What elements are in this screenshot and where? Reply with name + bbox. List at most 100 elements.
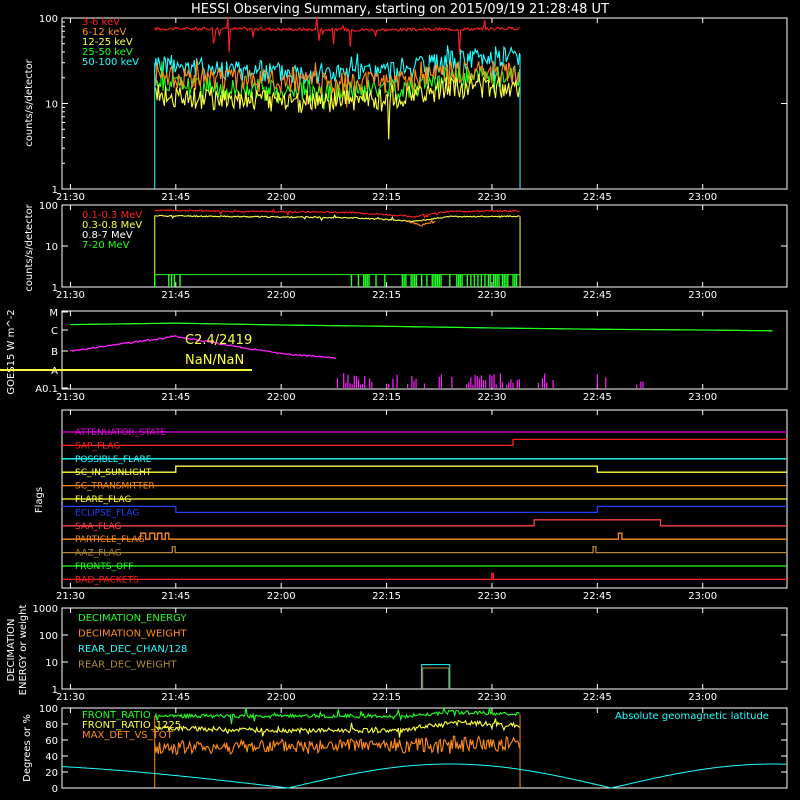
panel-flags-time-label: 22:00: [267, 591, 296, 602]
panel-goes-ytick-label: C: [51, 326, 58, 337]
flag-line: [62, 505, 787, 514]
panel-goes-time-label: 22:45: [583, 392, 612, 403]
series-line: [154, 214, 520, 223]
flag-label: ATTENUATOR_STATE: [75, 428, 167, 438]
panel-flags-ylabel: Flags: [34, 487, 45, 513]
panel-flags-time-label: 23:00: [688, 591, 717, 602]
panel-rate1-time-label: 21:30: [56, 192, 85, 203]
panel-decimation-legend-entry: DECIMATION_ENERGY: [78, 613, 187, 624]
panel-rate1: 11010021:30 21:45 22:00 22:15 22:30 22:45 23:0…: [24, 14, 788, 203]
panel-decimation-time-label: 23:00: [688, 692, 717, 703]
flag-label: POSSIBLE_FLARE: [75, 455, 152, 465]
flag-label: AAZ_FLAG: [75, 549, 122, 559]
panel-decimation-time-label: 22:45: [583, 692, 612, 703]
panel-ratio-ytick-label: 80: [45, 720, 58, 731]
panel-rate2-ylabel: counts/s/detector: [24, 203, 35, 291]
panel-decimation-ytick-label: 100: [39, 631, 58, 642]
series-line: [154, 16, 520, 55]
panel-goes-ytick-label: B: [51, 347, 58, 358]
flag-label: SAP_FLAG: [75, 441, 120, 451]
panel-rate1-ytick-label: 100: [39, 14, 58, 25]
panel-ratio-ytick-label: 40: [45, 752, 58, 763]
panel-rate2-ytick-label: 100: [39, 201, 58, 212]
panel-goes-time-label: 22:00: [267, 392, 296, 403]
panel-flags-time-label: 22:15: [372, 591, 401, 602]
panel-decimation-ytick-label: 1000: [33, 604, 58, 615]
panel-ratio-ytick-label: 60: [45, 736, 58, 747]
flag-line: [62, 519, 787, 527]
flag-line: [62, 532, 787, 540]
panel-flags-time-label: 21:45: [161, 591, 190, 602]
panel-rate2-time-label: 22:30: [478, 290, 507, 301]
series-line-geomag: [61, 763, 787, 789]
series-line: [422, 667, 450, 689]
panel-ratio-ytick-label: 20: [45, 768, 58, 779]
panel-rate1-time-label: 21:45: [161, 192, 190, 203]
flag-label: ECLIPSE_FLAG: [75, 508, 139, 518]
panel-rate1-frame: [61, 17, 788, 190]
hessi-summary-chart: HESSI Observing Summary, starting on 201…: [0, 2, 788, 795]
panel-flags-time-label: 21:30: [56, 591, 85, 602]
panel-rate2-time-label: 21:30: [56, 290, 85, 301]
panel-rate2-time-label: 21:45: [161, 290, 190, 301]
panel-decimation-ytick-label: 10: [45, 658, 58, 669]
panel-goes-ytick-label: A0.1: [35, 384, 58, 395]
panel-rate1-ylabel: counts/s/detector: [24, 58, 35, 146]
panel-decimation-legend-entry: REAR_DEC_WEIGHT: [78, 660, 177, 671]
flag-label: BAD_PACKETS: [75, 575, 139, 585]
panel-ratio-ytick-label: 100: [39, 704, 58, 715]
flag-line: [62, 572, 787, 581]
flag-label: FLARE_FLAG: [75, 495, 131, 505]
flag-line: [62, 545, 787, 554]
panel-decimation-time-label: 22:30: [478, 692, 507, 703]
flag-label: SC_IN_SUNLIGHT: [75, 468, 152, 478]
panel-ratio-right-label: Absolute geomagnetic latitude: [615, 711, 769, 722]
panel-ratio-ytick-label: 0: [52, 784, 58, 795]
panel-decimation-ylabel: DECIMATION: [6, 618, 17, 681]
panel-rate1-ytick-label: 10: [45, 100, 58, 111]
panel-goes-ytick-label: M: [49, 308, 58, 319]
panel-rate1-time-label: 22:45: [583, 192, 612, 203]
panel-rate2: 11010021:30 21:45 22:00 22:15 22:30 22:45 23:0…: [24, 201, 788, 301]
panel-goes-time-label: 23:00: [688, 392, 717, 403]
panel-goes-ytick-label: A: [51, 366, 58, 377]
panel-ratio: 020406080100Degrees or % FRONT_RATIOFRONT…: [22, 704, 788, 795]
panel-flags-time-label: 22:45: [583, 591, 612, 602]
panel-rate2-ytick-label: 10: [45, 242, 58, 253]
flag-label: SAA_FLAG: [75, 522, 121, 532]
goes-annotation: NaN/NaN: [185, 353, 244, 368]
panel-decimation-legend-entry: REAR_DEC_CHAN/128: [78, 644, 187, 655]
chart-title: HESSI Observing Summary, starting on 201…: [191, 2, 609, 17]
panel-goes-time-label: 22:15: [372, 392, 401, 403]
panel-rate1-legend-entry: 50-100 keV: [82, 57, 139, 68]
series-line-long: [70, 322, 773, 332]
panel-decimation-time-label: 21:45: [161, 692, 190, 703]
panel-decimation-legend-entry: DECIMATION_WEIGHT: [78, 629, 187, 640]
panel-goes-time-label: 22:30: [478, 392, 507, 403]
panel-ratio-legend-entry: MAX_DET_VS_TOT: [82, 730, 174, 741]
panel-flags-time-label: 22:30: [478, 591, 507, 602]
panel-rate2-time-label: 22:15: [372, 290, 401, 301]
flag-label: FRONTS_OFF: [75, 562, 133, 572]
panel-flags: 21:30 21:45 22:00 22:15 22:30 22:45 23:00 Flags…: [34, 409, 788, 602]
series-line: [154, 735, 521, 756]
panel-decimation: 110100100021:30 21:45 22:00 22:15 22:30 22:45…: [6, 604, 788, 703]
flag-label: SC_TRANSMITTER: [75, 482, 155, 492]
panel-goes-time-label: 21:30: [56, 392, 85, 403]
panel-rate2-time-label: 22:00: [267, 290, 296, 301]
flag-label: PARTICLE_FLAG: [75, 535, 145, 545]
panel-ratio-ylabel: Degrees or %: [22, 714, 33, 782]
panel-decimation-time-label: 21:30: [56, 692, 85, 703]
panel-goes-time-label: 21:45: [161, 392, 190, 403]
flag-line: [62, 465, 787, 473]
goes-annotation: C2.4/2419: [185, 333, 252, 348]
panel-goes: A0.1 ABCM 21:30 21:45 22:00 22:15 22:30 22:45 23…: [0, 308, 788, 403]
panel-rate1-time-label: 22:30: [478, 192, 507, 203]
panel-decimation-time-label: 22:15: [372, 692, 401, 703]
series-line: [154, 718, 520, 738]
panel-rate2-time-label: 23:00: [688, 290, 717, 301]
panel-rate2-legend-entry: 7-20 MeV: [82, 240, 130, 251]
panel-rate1-time-label: 23:00: [688, 192, 717, 203]
panel-decimation-ylabel: ENERGY or weight: [18, 605, 29, 696]
panel-decimation-time-label: 22:00: [267, 692, 296, 703]
